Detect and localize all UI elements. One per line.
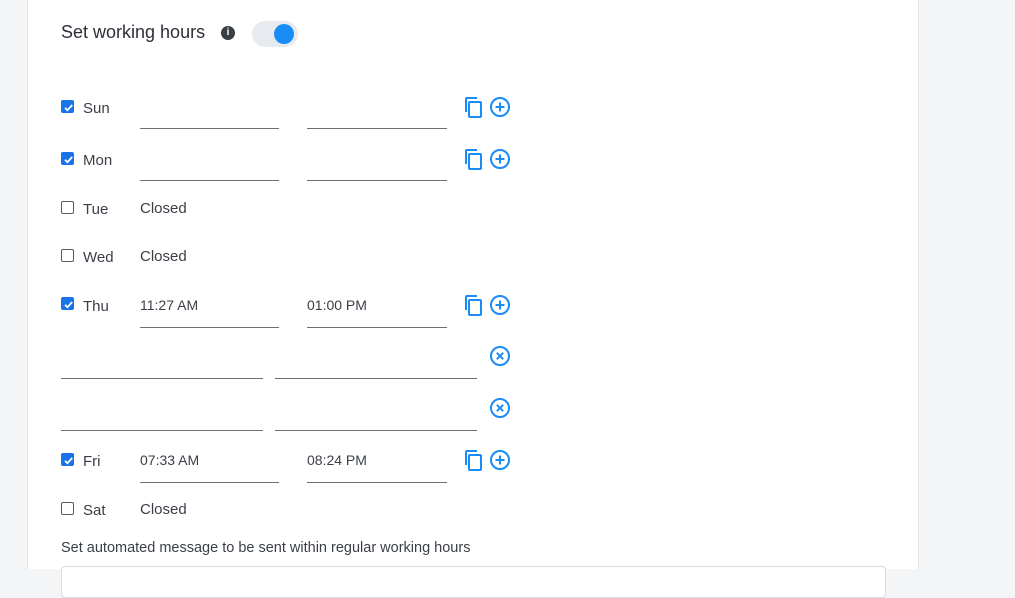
automated-message-input[interactable] <box>61 566 886 598</box>
thu-extra-start-field[interactable] <box>61 357 263 379</box>
toggle-knob <box>274 24 294 44</box>
thu-end-time-field[interactable]: 01:00 PM <box>307 296 447 328</box>
copy-icon[interactable] <box>463 294 485 316</box>
copy-icon[interactable] <box>463 96 485 118</box>
add-circle-icon[interactable] <box>489 148 511 170</box>
working-hours-card <box>27 0 919 569</box>
checkbox-thu[interactable] <box>61 297 74 310</box>
checkbox-sat[interactable] <box>61 502 74 515</box>
sat-closed-status: Closed <box>140 501 187 518</box>
day-label-sat: Sat <box>83 502 106 519</box>
thu-start-time-field[interactable]: 11:27 AM <box>140 296 279 328</box>
remove-circle-icon[interactable] <box>489 345 511 367</box>
fri-start-time-field[interactable]: 07:33 AM <box>140 451 279 483</box>
day-label-mon: Mon <box>83 152 113 169</box>
add-circle-icon[interactable] <box>489 449 511 471</box>
add-circle-icon[interactable] <box>489 294 511 316</box>
sun-end-time-field[interactable] <box>307 107 447 129</box>
section-title: Set working hours <box>61 22 206 42</box>
day-label-fri: Fri <box>83 453 101 470</box>
automated-message-label: Set automated message to be sent within … <box>61 540 471 556</box>
thu-extra-end-field[interactable] <box>275 409 477 431</box>
working-hours-toggle[interactable] <box>252 21 298 47</box>
checkbox-sun[interactable] <box>61 100 74 113</box>
tue-closed-status: Closed <box>140 200 187 217</box>
thu-extra-start-field[interactable] <box>61 409 263 431</box>
day-label-thu: Thu <box>83 298 109 315</box>
wed-closed-status: Closed <box>140 248 187 265</box>
day-label-wed: Wed <box>83 249 114 266</box>
day-label-tue: Tue <box>83 201 109 218</box>
copy-icon[interactable] <box>463 148 485 170</box>
thu-extra-end-field[interactable] <box>275 357 477 379</box>
checkbox-wed[interactable] <box>61 249 74 262</box>
add-circle-icon[interactable] <box>489 96 511 118</box>
day-label-sun: Sun <box>83 100 110 117</box>
sun-start-time-field[interactable] <box>140 107 279 129</box>
copy-icon[interactable] <box>463 449 485 471</box>
mon-end-time-field[interactable] <box>307 159 447 181</box>
checkbox-tue[interactable] <box>61 201 74 214</box>
checkbox-mon[interactable] <box>61 152 74 165</box>
fri-end-time-field[interactable]: 08:24 PM <box>307 451 447 483</box>
remove-circle-icon[interactable] <box>489 397 511 419</box>
checkbox-fri[interactable] <box>61 453 74 466</box>
info-icon[interactable]: i <box>221 26 235 40</box>
mon-start-time-field[interactable] <box>140 159 279 181</box>
